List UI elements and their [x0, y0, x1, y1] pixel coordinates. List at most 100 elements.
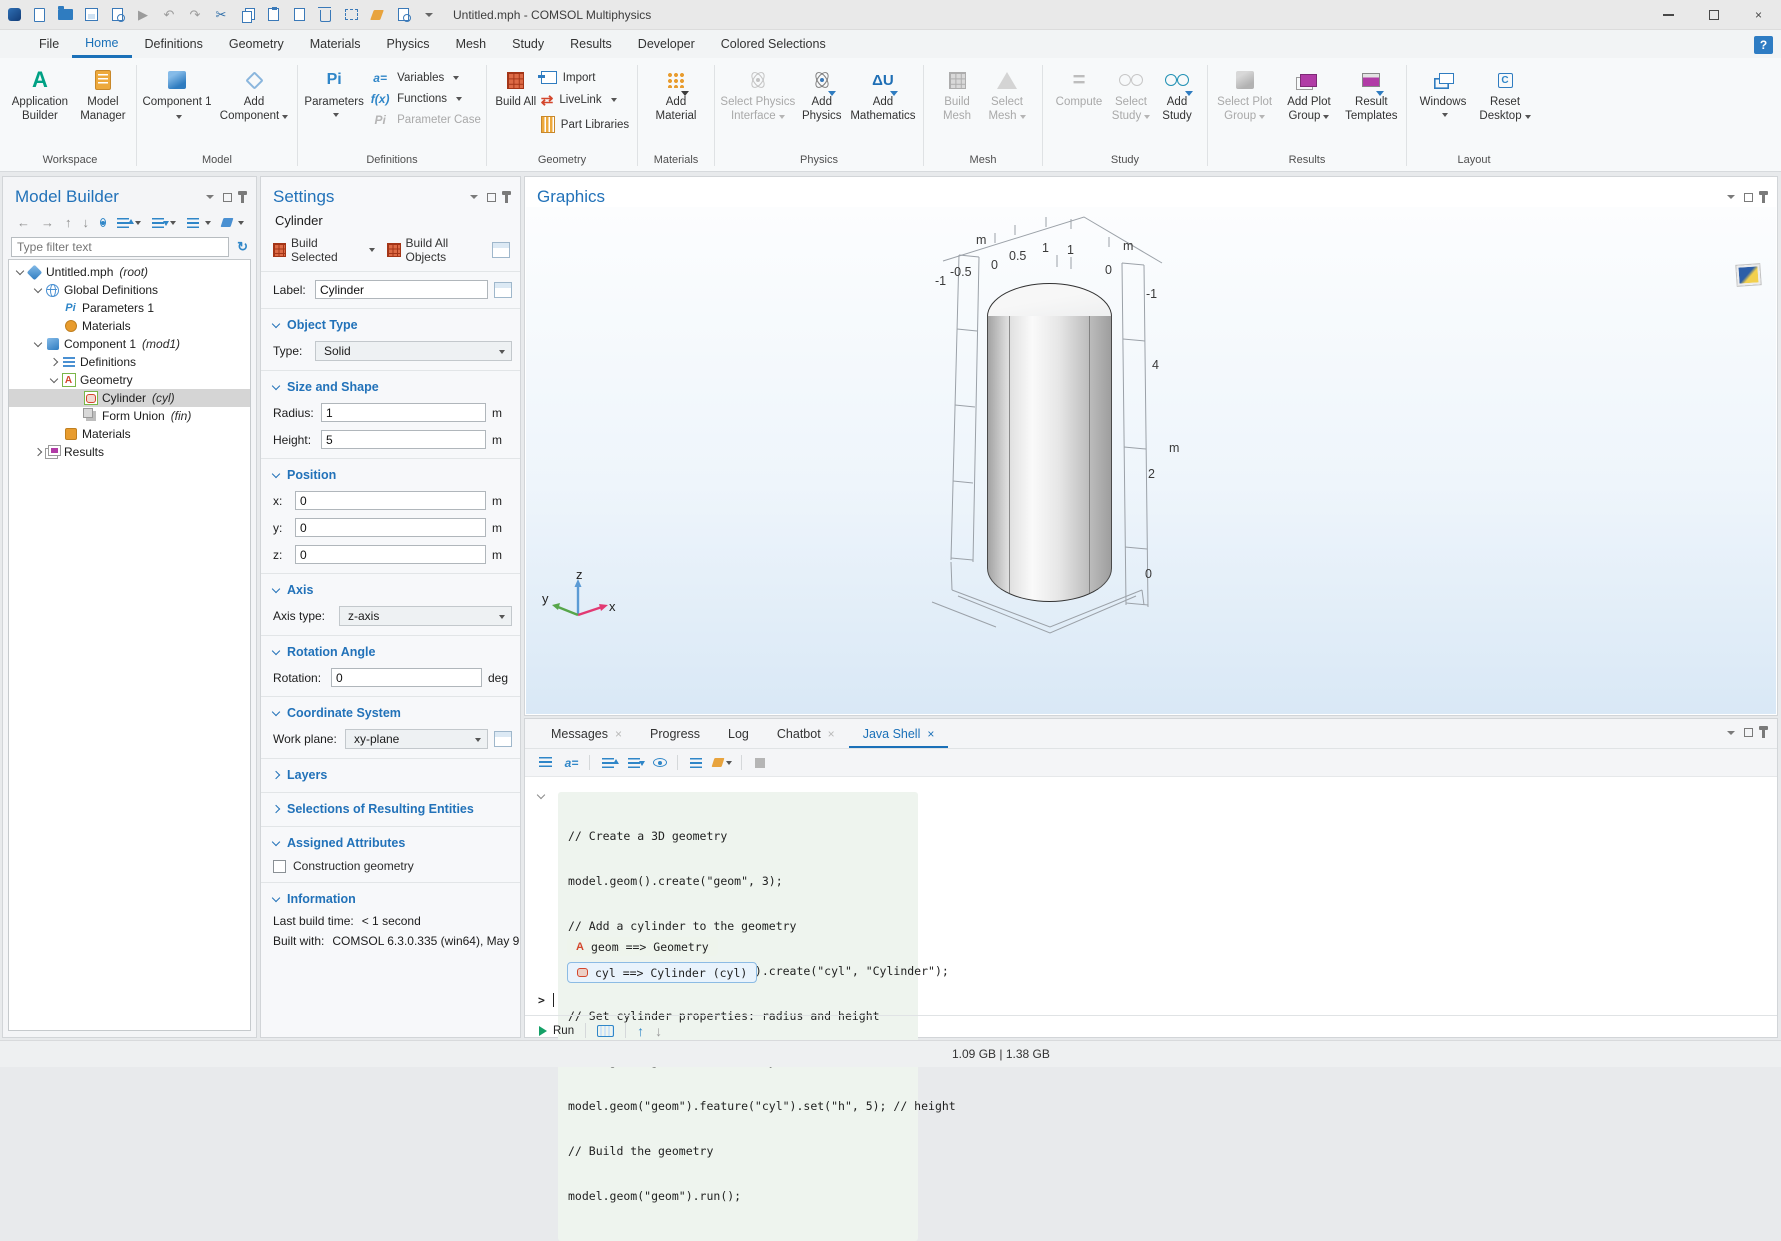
close-button[interactable]: × [1736, 0, 1781, 30]
radius-input[interactable] [321, 403, 486, 422]
y-input[interactable] [295, 518, 486, 537]
menu-file[interactable]: File [26, 30, 72, 58]
clear-shell-icon[interactable] [713, 754, 732, 771]
section-position[interactable]: Position [261, 458, 520, 487]
objects-list-icon[interactable] [492, 242, 510, 258]
show-options-icon[interactable] [100, 218, 106, 227]
add-plot-group-button[interactable]: Add Plot Group [1280, 64, 1337, 124]
section-size-shape[interactable]: Size and Shape [261, 370, 520, 399]
result-templates-button[interactable]: Result Templates [1342, 64, 1401, 124]
menu-materials[interactable]: Materials [297, 30, 374, 58]
collapse-tree-icon[interactable] [152, 218, 176, 228]
cut-icon[interactable]: ✂ [213, 7, 229, 23]
open-file-icon[interactable] [57, 7, 73, 23]
expand-tree-icon[interactable] [117, 218, 141, 228]
minimize-button[interactable] [1646, 0, 1691, 30]
show-variables-icon[interactable]: a= [563, 754, 580, 771]
tree-item-definitions[interactable]: Definitions [9, 353, 250, 371]
axis-type-dropdown[interactable]: z-axis [339, 606, 512, 626]
pin-panel-icon[interactable] [505, 194, 508, 203]
expander-icon[interactable] [50, 358, 58, 366]
go-forward-icon[interactable]: → [41, 215, 54, 230]
save-icon[interactable] [83, 7, 99, 23]
clear-selection-icon[interactable] [369, 7, 385, 23]
parameters-button[interactable]: Pi Parameters [303, 64, 365, 117]
model-manager-button[interactable]: Model Manager [75, 64, 131, 124]
copy-icon[interactable] [239, 7, 255, 23]
float-panel-icon[interactable] [223, 193, 232, 202]
windows-button[interactable]: Windows [1414, 64, 1472, 117]
float-panel-icon[interactable] [487, 193, 496, 202]
section-information[interactable]: Information [261, 882, 520, 911]
expand-output-icon[interactable] [599, 754, 616, 771]
application-builder-button[interactable]: A Application Builder [9, 64, 71, 124]
import-button[interactable]: Import [541, 71, 629, 84]
paste-icon[interactable] [265, 7, 281, 23]
type-dropdown[interactable]: Solid [315, 341, 512, 361]
tree-item-geometry[interactable]: Geometry [9, 371, 250, 389]
x-input[interactable] [295, 491, 486, 510]
add-material-button[interactable]: Add Material [647, 64, 705, 124]
undo-icon[interactable]: ↶ [161, 7, 177, 23]
help-button[interactable]: ? [1754, 36, 1773, 54]
tree-item-global-definitions[interactable]: Global Definitions [9, 281, 250, 299]
pin-panel-icon[interactable] [1762, 729, 1765, 738]
build-selected-button[interactable]: Build Selected [273, 236, 375, 264]
float-panel-icon[interactable] [1744, 728, 1753, 737]
add-study-button[interactable]: Add Study [1157, 64, 1197, 124]
menu-geometry[interactable]: Geometry [216, 30, 297, 58]
rotation-input[interactable] [331, 668, 482, 687]
tree-item-global-materials[interactable]: Materials [9, 317, 250, 335]
menu-results[interactable]: Results [557, 30, 625, 58]
menu-physics[interactable]: Physics [373, 30, 442, 58]
collapse-block-icon[interactable] [537, 791, 545, 799]
shell-result-geom[interactable]: A geom ==> Geometry [567, 937, 718, 956]
word-wrap-icon[interactable] [687, 754, 704, 771]
variables-button[interactable]: a= Variables [369, 71, 481, 85]
tab-messages[interactable]: Messages× [537, 727, 636, 748]
tree-item-cylinder[interactable]: Cylinder(cyl) [9, 389, 250, 407]
add-physics-button[interactable]: Add Physics [800, 64, 844, 124]
new-file-icon[interactable] [31, 7, 47, 23]
filter-icon[interactable] [222, 218, 244, 227]
menu-study[interactable]: Study [499, 30, 557, 58]
go-back-icon[interactable]: ← [17, 215, 30, 230]
close-tab-icon[interactable]: × [828, 727, 835, 741]
tree-item-results[interactable]: Results [9, 443, 250, 461]
z-input[interactable] [295, 545, 486, 564]
multiline-input-icon[interactable] [597, 1025, 614, 1037]
redo-icon[interactable]: ↷ [187, 7, 203, 23]
collapse-output-icon[interactable] [625, 754, 642, 771]
menu-colored-selections[interactable]: Colored Selections [708, 30, 839, 58]
menu-home[interactable]: Home [72, 30, 131, 58]
close-tab-icon[interactable]: × [927, 727, 934, 741]
move-down-icon[interactable]: ↓ [83, 215, 90, 230]
section-axis[interactable]: Axis [261, 573, 520, 602]
node-order-icon[interactable] [187, 218, 211, 228]
panel-menu-icon[interactable] [206, 195, 214, 199]
java-shell-console[interactable]: // Create a 3D geometry model.geom().cre… [525, 777, 1777, 1037]
import-commands-icon[interactable] [537, 754, 554, 771]
expander-icon[interactable] [50, 374, 58, 382]
maximize-button[interactable] [1691, 0, 1736, 30]
menu-definitions[interactable]: Definitions [132, 30, 216, 58]
menu-mesh[interactable]: Mesh [443, 30, 500, 58]
tab-chatbot[interactable]: Chatbot× [763, 727, 849, 748]
add-mathematics-button[interactable]: ΔU Add Mathematics [848, 64, 918, 124]
panel-menu-icon[interactable] [1727, 195, 1735, 199]
go-to-source-icon[interactable] [494, 731, 512, 747]
section-object-type[interactable]: Object Type [261, 308, 520, 337]
show-output-icon[interactable] [651, 754, 668, 771]
functions-button[interactable]: f(x) Functions [369, 92, 481, 106]
panel-menu-icon[interactable] [1727, 731, 1735, 735]
expander-icon[interactable] [34, 338, 42, 346]
find-icon[interactable] [395, 7, 411, 23]
label-options-icon[interactable] [494, 282, 512, 298]
move-up-icon[interactable]: ↑ [65, 215, 72, 230]
build-all-objects-button[interactable]: Build All Objects [387, 236, 486, 264]
float-panel-icon[interactable] [1744, 193, 1753, 202]
part-libraries-button[interactable]: Part Libraries [541, 116, 629, 133]
cylinder-3d-object[interactable] [987, 316, 1112, 602]
construction-geometry-checkbox[interactable] [273, 860, 286, 873]
run-button[interactable]: Run [539, 1025, 574, 1037]
